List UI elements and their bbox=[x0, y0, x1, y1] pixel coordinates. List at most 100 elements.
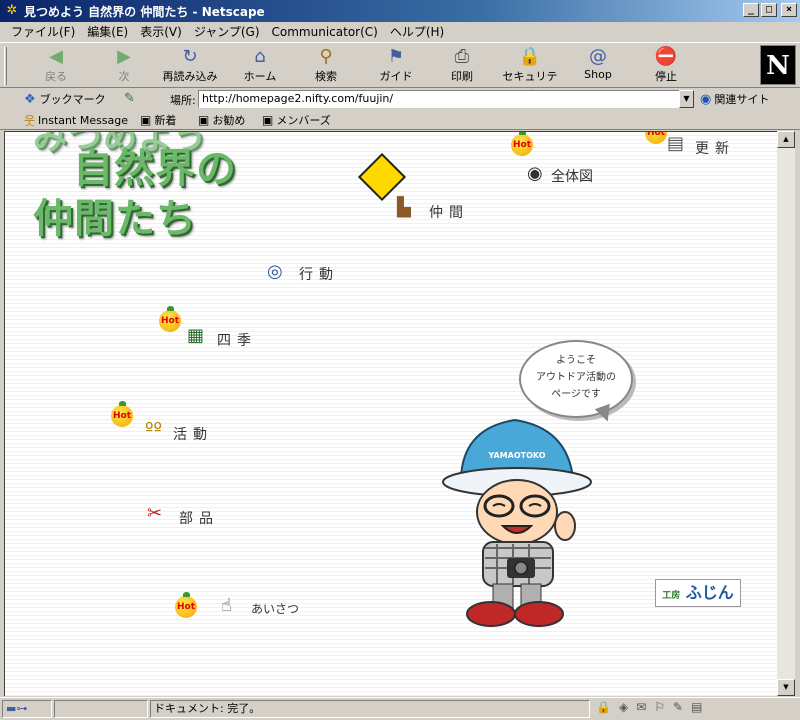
swiss-knife-icon[interactable]: ✂ bbox=[147, 504, 162, 524]
shop-icon: @ bbox=[589, 46, 607, 67]
navigator-icon[interactable]: ◈ bbox=[619, 700, 628, 714]
progress-panel bbox=[54, 700, 148, 718]
location-bar: ❖ ブックマーク ✎ 場所: http://homepage2.nifty.co… bbox=[0, 89, 800, 109]
hot-badge: Hot bbox=[645, 132, 667, 144]
bookmark-recommend[interactable]: ▣ お勧め bbox=[198, 112, 245, 128]
menu-go[interactable]: ジャンプ(G) bbox=[189, 23, 265, 40]
shop-button[interactable]: @ Shop bbox=[566, 46, 630, 86]
link-companions[interactable]: 仲間 bbox=[429, 202, 469, 222]
filmstrip-icon[interactable]: ▦ bbox=[187, 326, 204, 346]
link-greeting[interactable]: あいさつ bbox=[251, 600, 299, 617]
link-seasons[interactable]: 四季 bbox=[217, 330, 257, 350]
print-button[interactable]: ⎙ 印刷 bbox=[430, 46, 494, 86]
close-button[interactable]: × bbox=[781, 3, 797, 17]
guide-button[interactable]: ⚑ ガイド bbox=[364, 46, 428, 86]
link-update[interactable]: 更新 bbox=[695, 138, 735, 158]
hot-badge: Hot bbox=[159, 306, 181, 332]
hand-icon[interactable]: ☝ bbox=[221, 596, 232, 616]
hot-badge: Hot bbox=[511, 132, 533, 156]
reload-label: 再読み込み bbox=[162, 70, 218, 83]
forward-button[interactable]: ▶ 次 bbox=[92, 46, 156, 86]
security-button[interactable]: 🔒 セキュリティ bbox=[498, 46, 562, 99]
navigation-toolbar: ◀ 戻る ▶ 次 ↻ 再読み込み ⌂ ホーム ⚲ 検索 ⚑ ガイド ⎙ 印刷 🔒… bbox=[0, 42, 800, 99]
document-icon: ▣ bbox=[198, 113, 210, 127]
minimize-button[interactable]: _ bbox=[743, 3, 759, 17]
related-sites-label: 関連サイト bbox=[714, 93, 770, 106]
address-book-icon[interactable]: ▤ bbox=[691, 700, 702, 714]
scroll-up-button[interactable]: ▲ bbox=[777, 131, 795, 148]
url-input[interactable]: http://homepage2.nifty.com/fuujin/ bbox=[198, 90, 680, 108]
connection-indicator: ▬⊶ bbox=[2, 700, 52, 718]
fujin-studio-logo[interactable]: 工房 ふじん bbox=[655, 579, 741, 607]
personal-toolbar: 웃 Instant Message ▣ 新着 ▣ お勧め ▣ メンバーズ bbox=[0, 110, 800, 130]
menu-view[interactable]: 表示(V) bbox=[135, 23, 187, 40]
welcome-speech-bubble: ようこそ アウトドア活動の ページです bbox=[519, 340, 633, 418]
maximize-button[interactable]: □ bbox=[761, 3, 777, 17]
bookmark-new-label: 新着 bbox=[154, 114, 177, 127]
netscape-logo[interactable]: N bbox=[760, 45, 796, 85]
bookmark-members[interactable]: ▣ メンバーズ bbox=[262, 112, 331, 128]
under-construction-icon bbox=[357, 152, 407, 202]
document-icon: ▣ bbox=[140, 113, 152, 127]
bookmark-new[interactable]: ▣ 新着 bbox=[140, 112, 176, 128]
bubble-line-1: ようこそ bbox=[556, 355, 596, 366]
print-label: 印刷 bbox=[451, 70, 473, 83]
search-button[interactable]: ⚲ 検索 bbox=[294, 46, 358, 86]
composer-icon[interactable]: ✎ bbox=[673, 700, 683, 714]
lock-icon: 🔒 bbox=[518, 46, 542, 67]
newsgroups-icon[interactable]: ⚐ bbox=[654, 700, 665, 714]
back-button[interactable]: ◀ 戻る bbox=[24, 46, 88, 86]
bookmarks-button[interactable]: ❖ ブックマーク bbox=[24, 90, 106, 108]
menu-edit[interactable]: 編集(E) bbox=[82, 23, 133, 40]
stop-button[interactable]: ⛔ 停止 bbox=[634, 46, 698, 86]
link-parts[interactable]: 部品 bbox=[179, 508, 219, 528]
globe-icon[interactable]: ◉ bbox=[527, 164, 543, 184]
link-overview[interactable]: 全体図 bbox=[551, 166, 593, 186]
footer-logo-text: ふじん bbox=[685, 583, 734, 602]
status-text: ドキュメント: 完了。 bbox=[150, 700, 590, 718]
stop-icon: ⛔ bbox=[654, 46, 678, 67]
scroll-down-button[interactable]: ▼ bbox=[777, 679, 795, 696]
toolbar-grip[interactable] bbox=[4, 47, 7, 85]
reload-icon: ↻ bbox=[182, 46, 198, 67]
compass-icon[interactable]: ◎ bbox=[267, 262, 283, 282]
home-label: ホーム bbox=[243, 70, 277, 83]
mail-icon[interactable]: ✉ bbox=[636, 700, 646, 714]
cap-text: YAMAOTOKO bbox=[487, 451, 545, 460]
search-icon: ⚲ bbox=[319, 46, 333, 67]
person-icon: 웃 bbox=[24, 114, 36, 128]
link-activities[interactable]: 活動 bbox=[173, 424, 213, 444]
menu-file[interactable]: ファイル(F) bbox=[6, 23, 80, 40]
security-lock-icon[interactable]: 🔒 bbox=[596, 700, 611, 714]
stop-label: 停止 bbox=[655, 70, 677, 83]
document-icon: ▣ bbox=[262, 113, 274, 127]
menu-communicator[interactable]: Communicator(C) bbox=[267, 25, 383, 39]
bookmark-icon: ❖ bbox=[24, 91, 36, 107]
footer-logo-small: 工房 bbox=[662, 591, 681, 601]
related-sites-button[interactable]: ◉ 関連サイト bbox=[700, 91, 769, 107]
hot-badge: Hot bbox=[111, 401, 133, 427]
bubble-line-3: ページです bbox=[551, 389, 601, 400]
hot-badge: Hot bbox=[175, 592, 197, 618]
site-logo-line2: 仲間たち bbox=[33, 196, 197, 242]
status-bar: ▬⊶ ドキュメント: 完了。 🔒 ◈ ✉ ⚐ ✎ ▤ bbox=[0, 697, 800, 720]
menu-help[interactable]: ヘルプ(H) bbox=[385, 23, 449, 40]
url-dropdown-button[interactable]: ▼ bbox=[679, 90, 694, 108]
notepad-icon[interactable]: ▤ bbox=[667, 134, 684, 154]
home-button[interactable]: ⌂ ホーム bbox=[228, 46, 292, 86]
forward-arrow-icon: ▶ bbox=[117, 46, 131, 67]
printer-icon: ⎙ bbox=[454, 46, 470, 67]
netscape-app-icon: ✲ bbox=[6, 3, 18, 18]
reload-button[interactable]: ↻ 再読み込み bbox=[158, 46, 222, 86]
guide-label: ガイド bbox=[379, 70, 413, 83]
eyes-icon[interactable]: ºº bbox=[145, 420, 162, 440]
bookmarks-label: ブックマーク bbox=[39, 93, 106, 106]
page-content: みつめよう 自然界の 仲間たち Hot ▤ 更新 Hot ◉ 全体図 ▙ 仲間 … bbox=[4, 131, 777, 696]
shop-label: Shop bbox=[584, 68, 612, 81]
page-proxy-icon[interactable]: ✎ bbox=[124, 91, 135, 106]
link-action[interactable]: 行動 bbox=[299, 264, 339, 284]
vertical-scrollbar[interactable]: ▲ ▼ bbox=[777, 131, 795, 696]
related-sites-icon: ◉ bbox=[700, 91, 712, 107]
instant-message-button[interactable]: 웃 Instant Message bbox=[24, 112, 128, 129]
boot-icon[interactable]: ▙ bbox=[397, 198, 411, 218]
